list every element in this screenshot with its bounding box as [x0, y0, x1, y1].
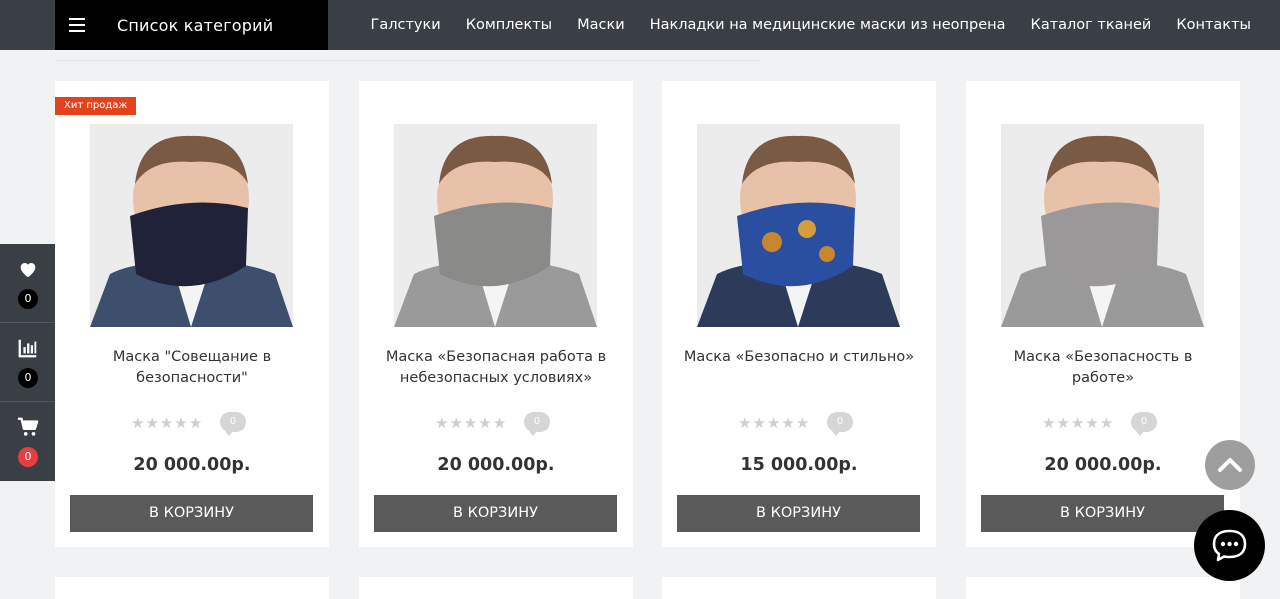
- chat-icon: [1212, 529, 1247, 562]
- review-count[interactable]: 0: [220, 412, 246, 436]
- category-list-button[interactable]: Список категорий: [55, 0, 328, 50]
- star-icon: ★: [752, 414, 766, 432]
- menu-item-fabric-catalog[interactable]: Каталог тканей: [1031, 17, 1152, 33]
- star-icon: ★: [1070, 414, 1085, 432]
- star-icon: ★: [449, 414, 463, 432]
- compare-button[interactable]: 0: [0, 323, 58, 402]
- star-icon: ★: [145, 414, 159, 432]
- add-to-cart-button[interactable]: В КОРЗИНУ: [677, 495, 920, 532]
- cart-count: 0: [18, 447, 38, 467]
- bestseller-badge: Хит продаж: [55, 97, 137, 115]
- star-icon: ★: [1099, 414, 1114, 432]
- rating-stars[interactable]: ★ ★ ★ ★ ★: [1042, 414, 1114, 432]
- wishlist-count: 0: [18, 289, 38, 309]
- chevron-up-icon: [1218, 458, 1242, 472]
- add-to-cart-button[interactable]: В КОРЗИНУ: [981, 495, 1224, 532]
- product-title[interactable]: Маска «Безопасность в работе»: [981, 347, 1225, 389]
- product-image[interactable]: [1001, 124, 1204, 327]
- menu-item-masks[interactable]: Маски: [577, 17, 625, 33]
- divider: [55, 60, 761, 61]
- star-icon: ★: [435, 414, 449, 432]
- wishlist-button[interactable]: 0: [0, 244, 58, 323]
- product-price: 20 000.00р.: [437, 455, 555, 475]
- product-title[interactable]: Маска «Безопасно и стильно»: [677, 347, 921, 368]
- product-card: Хит продаж Маска "Совещание в безопаснос…: [55, 81, 329, 547]
- rating-stars[interactable]: ★ ★ ★ ★ ★: [131, 414, 203, 432]
- product-card: Маска «Безопасность в работе» ★ ★ ★ ★ ★ 0 20…: [966, 81, 1240, 547]
- top-navigation: Список категорий Галстуки Комплекты Маск…: [0, 0, 1280, 50]
- chart-icon: [18, 339, 37, 358]
- star-icon: ★: [174, 414, 188, 432]
- star-icon: ★: [1056, 414, 1070, 432]
- star-icon: ★: [478, 414, 492, 432]
- chat-button[interactable]: [1194, 510, 1265, 581]
- star-icon: ★: [1085, 414, 1099, 432]
- rating-stars[interactable]: ★ ★ ★ ★ ★: [435, 414, 507, 432]
- category-list-label: Список категорий: [117, 15, 274, 35]
- cart-icon: [17, 417, 39, 436]
- product-price: 20 000.00р.: [1044, 455, 1162, 475]
- product-card-next-row: [55, 577, 329, 599]
- star-icon: ★: [188, 414, 203, 432]
- main-menu: Галстуки Комплекты Маски Накладки на мед…: [358, 0, 1263, 50]
- star-icon: ★: [738, 414, 752, 432]
- menu-item-neoprene-covers[interactable]: Накладки на медицинские маски из неопрен…: [650, 17, 1006, 33]
- scroll-to-top-button[interactable]: [1205, 440, 1255, 490]
- product-image[interactable]: [90, 124, 293, 327]
- product-title[interactable]: Маска "Совещание в безопасности": [70, 347, 314, 389]
- product-image[interactable]: [697, 124, 900, 327]
- star-icon: ★: [159, 414, 174, 432]
- menu-item-contacts[interactable]: Контакты: [1176, 17, 1251, 33]
- star-icon: ★: [781, 414, 795, 432]
- rating-stars[interactable]: ★ ★ ★ ★ ★: [738, 414, 810, 432]
- product-card-next-row: [359, 577, 633, 599]
- star-icon: ★: [492, 414, 507, 432]
- product-price: 20 000.00р.: [133, 455, 251, 475]
- product-card: Маска «Безопасно и стильно» ★ ★ ★ ★ ★ 0 15 0…: [662, 81, 936, 547]
- menu-icon: [69, 18, 85, 32]
- compare-count: 0: [18, 368, 38, 388]
- product-card: Маска «Безопасная работа в небезопасных …: [359, 81, 633, 547]
- menu-item-sets[interactable]: Комплекты: [466, 17, 552, 33]
- heart-icon: [20, 263, 36, 278]
- menu-item-ties[interactable]: Галстуки: [371, 17, 441, 33]
- product-image[interactable]: [394, 124, 597, 327]
- product-title[interactable]: Маска «Безопасная работа в небезопасных …: [374, 347, 618, 389]
- star-icon: ★: [131, 414, 145, 432]
- review-count[interactable]: 0: [827, 412, 853, 436]
- star-icon: ★: [766, 414, 781, 432]
- cart-button[interactable]: 0: [0, 402, 58, 481]
- add-to-cart-button[interactable]: В КОРЗИНУ: [70, 495, 313, 532]
- product-card-next-row: [662, 577, 936, 599]
- star-icon: ★: [1042, 414, 1056, 432]
- review-count[interactable]: 0: [524, 412, 550, 436]
- star-icon: ★: [463, 414, 478, 432]
- review-count[interactable]: 0: [1131, 412, 1157, 436]
- add-to-cart-button[interactable]: В КОРЗИНУ: [374, 495, 617, 532]
- side-dock: 0 0 0: [0, 244, 58, 481]
- product-price: 15 000.00р.: [740, 455, 858, 475]
- star-icon: ★: [795, 414, 810, 432]
